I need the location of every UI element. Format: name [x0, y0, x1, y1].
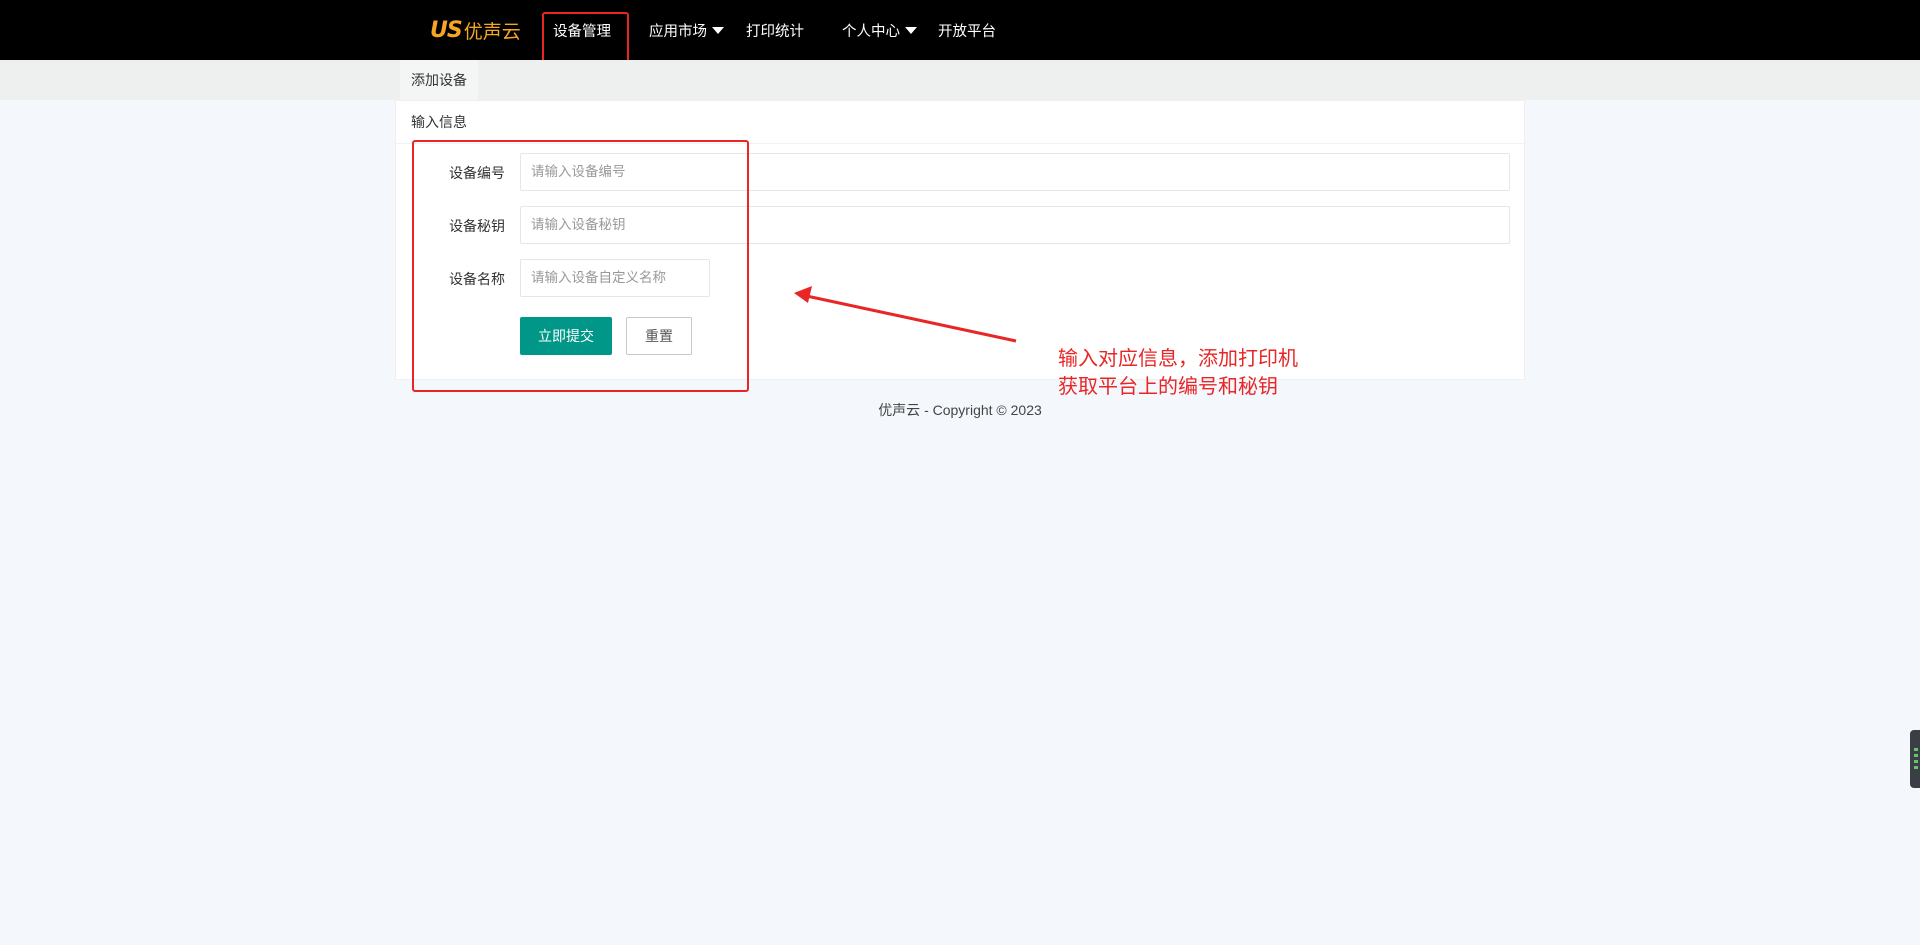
nav-item-label: 设备管理: [553, 23, 611, 40]
brand-name: 优声云: [463, 20, 521, 43]
annotation-line-1: 输入对应信息，添加打印机: [1058, 346, 1298, 370]
widget-bar: [1914, 760, 1918, 763]
annotation-arrow-icon: [794, 286, 1017, 343]
device-secret-label: 设备秘钥: [449, 219, 505, 235]
nav-item-label: 应用市场: [649, 23, 707, 40]
caret-down-icon: [905, 26, 917, 34]
annotation-line-2: 获取平台上的编号和秘钥: [1058, 374, 1278, 398]
widget-bar: [1914, 748, 1918, 751]
device-name-label: 设备名称: [449, 272, 505, 288]
card-header: 输入信息: [396, 101, 1524, 144]
footer-copyright: 优声云 - Copyright © 2023: [878, 402, 1042, 418]
device-secret-input[interactable]: [520, 206, 1510, 244]
nav-item-open-platform[interactable]: 开放平台: [938, 0, 996, 60]
widget-bar: [1914, 754, 1918, 757]
annotation-text: 输入对应信息，添加打印机 获取平台上的编号和秘钥: [1058, 344, 1298, 400]
logo-mark-icon: US: [430, 17, 463, 43]
sub-navbar: [0, 60, 1920, 100]
nav-item-device-management[interactable]: 设备管理: [553, 0, 611, 60]
nav-item-label: 打印统计: [746, 23, 804, 40]
side-floating-widget[interactable]: [1910, 730, 1920, 788]
nav-item-label: 个人中心: [842, 23, 900, 40]
nav-item-print-stats[interactable]: 打印统计: [746, 0, 804, 60]
device-id-label: 设备编号: [449, 166, 505, 182]
submit-button[interactable]: 立即提交: [520, 317, 612, 355]
caret-down-icon: [712, 26, 724, 34]
reset-button[interactable]: 重置: [626, 317, 692, 355]
widget-bar: [1914, 766, 1918, 769]
top-navbar: US 优声云 设备管理 应用市场 打印统计 个人中心 开放平台: [0, 0, 1920, 60]
nav-item-personal-center[interactable]: 个人中心: [842, 0, 917, 60]
device-id-input[interactable]: [520, 153, 1510, 191]
tab-label: 添加设备: [411, 73, 467, 89]
nav-item-app-market[interactable]: 应用市场: [649, 0, 724, 60]
nav-item-label: 开放平台: [938, 23, 996, 40]
device-name-input[interactable]: [520, 259, 710, 297]
brand-logo[interactable]: US 优声云: [430, 17, 521, 43]
tab-add-device[interactable]: 添加设备: [400, 60, 478, 100]
card-title: 输入信息: [411, 115, 467, 131]
